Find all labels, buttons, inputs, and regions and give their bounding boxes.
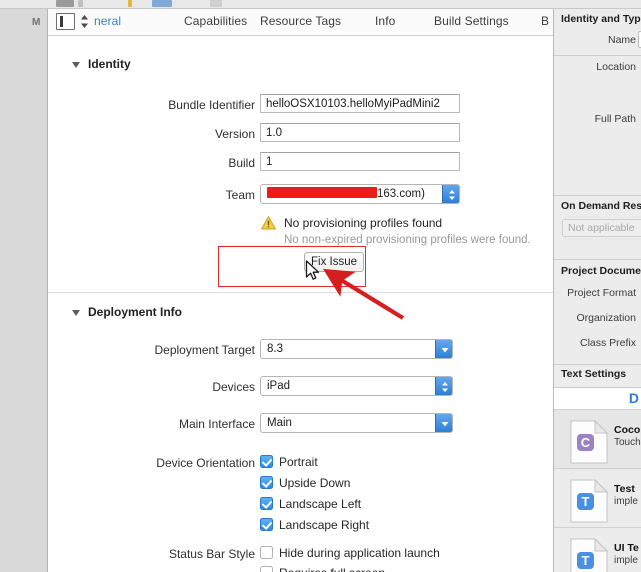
- checkbox-landscape-left-label: Landscape Left: [279, 497, 362, 511]
- warning-detail: No non-expired provisioning profiles wer…: [284, 234, 531, 246]
- editor-content: Identity Bundle Identifier helloOSX10103…: [48, 36, 553, 572]
- checkbox-requires-full-screen-label: Requires full screen: [279, 566, 385, 572]
- toolbar-icon-d[interactable]: [152, 0, 172, 7]
- identity-section-header: Identity: [88, 57, 131, 71]
- status-bar-style-label: Status Bar Style: [168, 547, 255, 561]
- version-input[interactable]: 1.0: [260, 123, 460, 142]
- main-interface-chevron-down-icon[interactable]: [435, 414, 452, 432]
- warning-title: No provisioning profiles found: [284, 216, 443, 230]
- svg-text:T: T: [582, 553, 590, 568]
- toolbar-icon-a[interactable]: [56, 0, 74, 7]
- checkbox-hide-during-launch-label: Hide during application launch: [279, 546, 440, 560]
- tab-resource-tags[interactable]: Resource Tags: [260, 14, 341, 28]
- cocoa-touch-class-icon: C: [570, 419, 609, 464]
- identity-disclosure-icon[interactable]: [72, 62, 80, 68]
- checkbox-upside-down[interactable]: [260, 476, 273, 489]
- checkbox-landscape-right-label: Landscape Right: [279, 518, 370, 532]
- project-panel-icon[interactable]: [56, 13, 75, 30]
- template-item-name: UI Te: [614, 542, 639, 554]
- bundle-identifier-label: Bundle Identifier: [168, 98, 255, 112]
- deployment-target-value: 8.3: [267, 343, 283, 355]
- tab-general[interactable]: neral: [94, 14, 121, 28]
- template-item-name: Test: [614, 483, 635, 495]
- device-orientation-label: Device Orientation: [156, 456, 255, 470]
- template-item-desc: Touch: [614, 437, 641, 448]
- devices-value: iPad: [267, 380, 291, 392]
- inspector-divider-4: [554, 364, 641, 365]
- checkbox-hide-during-launch[interactable]: [260, 546, 273, 559]
- devices-popup[interactable]: iPad: [260, 376, 453, 396]
- modified-badge: M: [32, 17, 41, 28]
- svg-text:T: T: [582, 494, 590, 509]
- template-item-desc: imple: [614, 555, 638, 566]
- tab-info[interactable]: Info: [375, 14, 395, 28]
- team-label: Team: [225, 188, 255, 202]
- deployment-disclosure-icon[interactable]: [72, 310, 80, 316]
- navigator-gutter: M: [0, 9, 48, 572]
- deployment-section-header: Deployment Info: [88, 305, 183, 319]
- build-label: Build: [228, 156, 255, 170]
- version-label: Version: [214, 127, 255, 141]
- organization-label: Organization: [576, 312, 636, 324]
- test-case-class-icon: T: [570, 478, 609, 523]
- section-divider-1: [48, 292, 553, 293]
- checkbox-portrait[interactable]: [260, 455, 273, 468]
- template-item-test-case-class[interactable]: T Test imple: [554, 469, 641, 528]
- toolbar-icon-b[interactable]: [78, 0, 83, 7]
- inspector-divider-3: [554, 259, 641, 260]
- toolbar-icon-c[interactable]: [128, 0, 132, 7]
- deployment-target-chevron-down-icon[interactable]: [435, 340, 452, 358]
- main-interface-popup[interactable]: Main: [260, 413, 453, 433]
- app-window: M neral Capabilities Resource Tags Info …: [0, 0, 641, 572]
- identity-and-type-header: Identity and Typ: [561, 13, 641, 25]
- checkbox-requires-full-screen[interactable]: [260, 566, 273, 572]
- bundle-identifier-input[interactable]: helloOSX10103.helloMyiPadMini2: [260, 94, 460, 113]
- inspector-full-path-label: Full Path: [594, 113, 636, 125]
- devices-label: Devices: [212, 380, 255, 394]
- text-settings-header: Text Settings: [561, 368, 627, 380]
- checkbox-portrait-label: Portrait: [279, 455, 318, 469]
- team-value-suffix: 163.com): [377, 188, 425, 200]
- fix-issue-button[interactable]: Fix Issue: [304, 252, 364, 272]
- tab-build-settings[interactable]: Build Settings: [434, 14, 509, 28]
- checkbox-upside-down-label: Upside Down: [279, 476, 351, 490]
- window-toolbar-strip: [0, 0, 641, 9]
- project-document-header: Project Docume: [561, 265, 641, 277]
- warning-triangle-icon: [260, 215, 277, 230]
- inspector-name-label: Name: [607, 34, 636, 46]
- on-demand-resources-header: On Demand Res: [561, 200, 641, 212]
- template-item-name: Coco: [614, 424, 641, 436]
- deployment-target-popup[interactable]: 8.3: [260, 339, 453, 359]
- utilities-inspector-pane: Identity and Typ Name Location Full Path…: [553, 9, 641, 572]
- main-interface-label: Main Interface: [178, 417, 255, 431]
- checkbox-landscape-left[interactable]: [260, 497, 273, 510]
- project-editor-pane: neral Capabilities Resource Tags Info Bu…: [48, 9, 553, 572]
- team-popup-button[interactable]: 163.com): [260, 184, 460, 204]
- svg-text:C: C: [581, 435, 591, 450]
- template-library-header-text: D: [628, 390, 639, 406]
- inspector-divider-1: [554, 55, 641, 56]
- stepper-icon[interactable]: [79, 13, 90, 30]
- team-popup-chevron-icon[interactable]: [442, 185, 459, 203]
- template-item-cocoa-touch-class[interactable]: C Coco Touch: [554, 410, 641, 469]
- toolbar-icon-e[interactable]: [210, 0, 222, 7]
- class-prefix-label: Class Prefix: [579, 337, 636, 349]
- on-demand-resources-field[interactable]: Not applicable: [562, 219, 641, 237]
- inspector-divider-2: [554, 195, 641, 196]
- editor-tab-bar: neral Capabilities Resource Tags Info Bu…: [48, 9, 553, 36]
- project-format-label: Project Format: [567, 287, 636, 299]
- build-input[interactable]: 1: [260, 152, 460, 171]
- devices-chevron-icon[interactable]: [435, 377, 452, 395]
- team-value-redaction: [267, 187, 377, 198]
- template-item-desc: imple: [614, 496, 638, 507]
- template-library-header: D: [554, 388, 641, 410]
- tab-capabilities[interactable]: Capabilities: [184, 14, 247, 28]
- tab-build-phases[interactable]: B: [541, 14, 549, 28]
- checkbox-landscape-right[interactable]: [260, 518, 273, 531]
- deployment-target-label: Deployment Target: [154, 343, 256, 357]
- inspector-location-label: Location: [596, 61, 636, 73]
- ui-test-case-class-icon: T: [570, 537, 609, 572]
- template-item-ui-test-case-class[interactable]: T UI Te imple: [554, 528, 641, 572]
- main-interface-value: Main: [267, 417, 292, 429]
